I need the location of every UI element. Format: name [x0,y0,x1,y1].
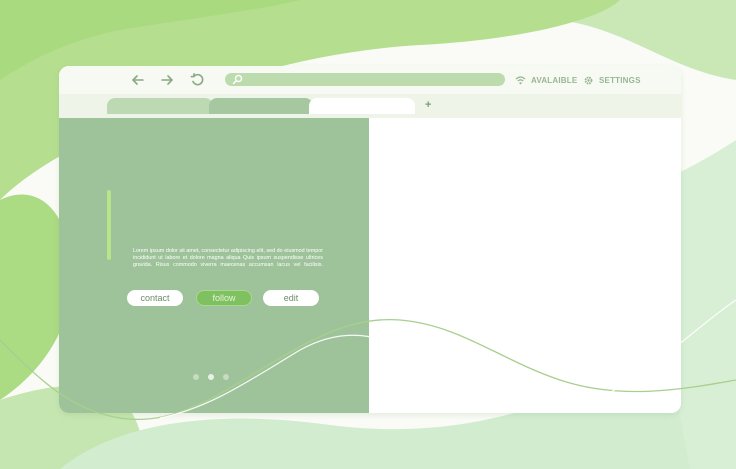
tab-3-active[interactable] [309,98,415,114]
content-panel: Lorem ipsum dolor sit amet, consectetur … [59,118,369,413]
follow-button[interactable]: follow [196,290,252,306]
gear-icon [584,76,593,84]
arrow-left-icon [132,75,144,85]
description-text: Lorem ipsum dolor sit amet, consectetur … [133,248,323,268]
search-icon [232,74,243,85]
wifi-status-label: AVALAIBLE [531,75,578,85]
address-bar[interactable] [225,73,505,86]
tab-2[interactable] [209,98,313,114]
carousel-dot-2[interactable] [208,374,214,380]
arrow-right-icon [161,75,173,85]
edit-button[interactable]: edit [263,290,319,306]
wifi-icon [515,76,526,85]
contact-button[interactable]: contact [127,290,183,306]
carousel-dot-3[interactable] [223,374,229,380]
carousel-dot-1[interactable] [193,374,199,380]
reload-icon [190,73,204,86]
tab-strip: + [59,94,681,118]
wifi-status[interactable]: AVALAIBLE [515,73,577,87]
browser-window: AVALAIBLE SETTINGS + Lorem ipsum dolor s… [59,66,681,413]
reload-button[interactable] [188,71,206,89]
settings-button[interactable]: SETTINGS [583,73,641,87]
settings-label: SETTINGS [599,75,641,85]
tab-1[interactable] [107,98,213,114]
accent-bar [107,190,111,260]
blank-panel [369,118,681,413]
browser-toolbar: AVALAIBLE SETTINGS [59,66,681,94]
back-button[interactable] [129,71,147,89]
forward-button[interactable] [158,71,176,89]
new-tab-button[interactable]: + [425,99,431,111]
